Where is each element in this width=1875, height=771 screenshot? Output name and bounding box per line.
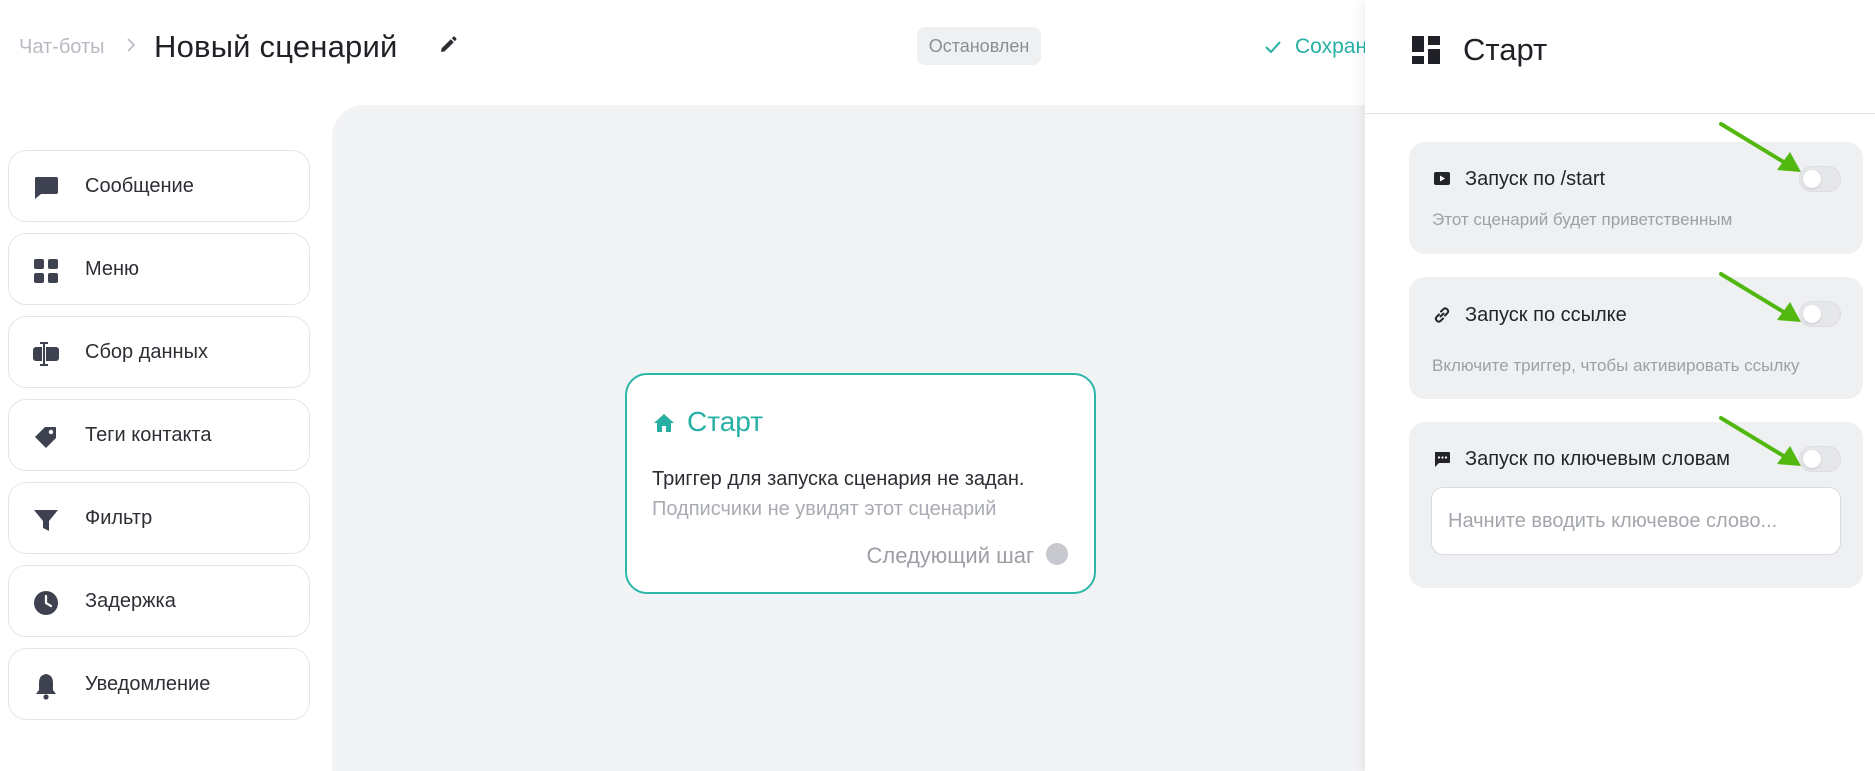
- palette-item-label: Уведомление: [85, 672, 211, 695]
- palette-item-label: Задержка: [85, 589, 176, 612]
- pencil-icon: [441, 36, 457, 52]
- save-button[interactable]: Сохран: [1265, 33, 1367, 61]
- palette-item-label: Сообщение: [85, 174, 194, 197]
- panel-title: Старт: [1463, 32, 1548, 67]
- palette-item-notification[interactable]: Уведомление: [8, 648, 310, 720]
- message-icon: [31, 173, 61, 203]
- start-node-message: Триггер для запуска сценария не задан.: [652, 468, 1025, 490]
- panel-header: Старт: [1365, 0, 1875, 114]
- palette-item-label: Меню: [85, 257, 140, 280]
- palette-item-contact-tags[interactable]: Теги контакта: [8, 399, 310, 471]
- annotation-arrow-icon: [1719, 416, 1801, 466]
- top-bar: Чат-боты Новый сценарий Остановлен Сохра…: [0, 0, 1367, 96]
- link-icon: [1433, 306, 1451, 324]
- check-icon: [1265, 41, 1281, 53]
- trigger-description: Включите триггер, чтобы активировать ссы…: [1432, 356, 1800, 375]
- chevron-right-icon: [127, 38, 136, 52]
- chat-dots-icon: [1433, 450, 1451, 468]
- dashboard-icon: [1412, 36, 1440, 64]
- start-node-title: Старт: [687, 406, 764, 437]
- data-collection-icon: [31, 339, 61, 369]
- home-icon: [654, 414, 674, 432]
- app-root: Чат-боты Новый сценарий Остановлен Сохра…: [0, 0, 1875, 771]
- status-badge: Остановлен: [917, 27, 1041, 65]
- clock-icon: [31, 588, 61, 618]
- palette-item-delay[interactable]: Задержка: [8, 565, 310, 637]
- palette-item-data-collection[interactable]: Сбор данных: [8, 316, 310, 388]
- keyword-input[interactable]: [1431, 487, 1841, 555]
- menu-grid-icon: [31, 256, 61, 286]
- next-step-label: Следующий шаг: [866, 543, 1034, 568]
- filter-icon: [31, 505, 61, 535]
- page-title: Новый сценарий: [154, 29, 398, 64]
- annotation-arrow-icon: [1719, 122, 1801, 172]
- next-step-connector[interactable]: [1046, 543, 1068, 565]
- start-node-hint: Подписчики не увидят этот сценарий: [652, 498, 997, 520]
- palette-item-label: Фильтр: [85, 506, 153, 529]
- palette-item-message[interactable]: Сообщение: [8, 150, 310, 222]
- save-label: Сохран: [1295, 35, 1368, 58]
- trigger-title: Запуск по ключевым словам: [1465, 448, 1730, 470]
- trigger-title: Запуск по ссылке: [1465, 304, 1627, 326]
- palette-item-label: Сбор данных: [85, 340, 208, 363]
- trigger-description: Этот сценарий будет приветственным: [1432, 210, 1733, 229]
- bell-icon: [31, 671, 61, 701]
- palette-item-filter[interactable]: Фильтр: [8, 482, 310, 554]
- play-video-icon: [1433, 170, 1451, 188]
- breadcrumb-chatbots[interactable]: Чат-боты: [19, 36, 105, 59]
- annotation-arrow-icon: [1719, 272, 1801, 322]
- start-node[interactable]: Старт Триггер для запуска сценария не за…: [625, 373, 1096, 594]
- start-settings-panel: Старт Запуск по /start Этот сценарий буд…: [1365, 0, 1875, 771]
- palette-item-label: Теги контакта: [85, 423, 212, 446]
- tag-icon: [31, 422, 61, 452]
- palette-item-menu[interactable]: Меню: [8, 233, 310, 305]
- edit-title-button[interactable]: [436, 33, 460, 57]
- block-palette: Сообщение Меню Сбор данных Теги контакта…: [8, 150, 311, 731]
- trigger-title: Запуск по /start: [1465, 168, 1606, 190]
